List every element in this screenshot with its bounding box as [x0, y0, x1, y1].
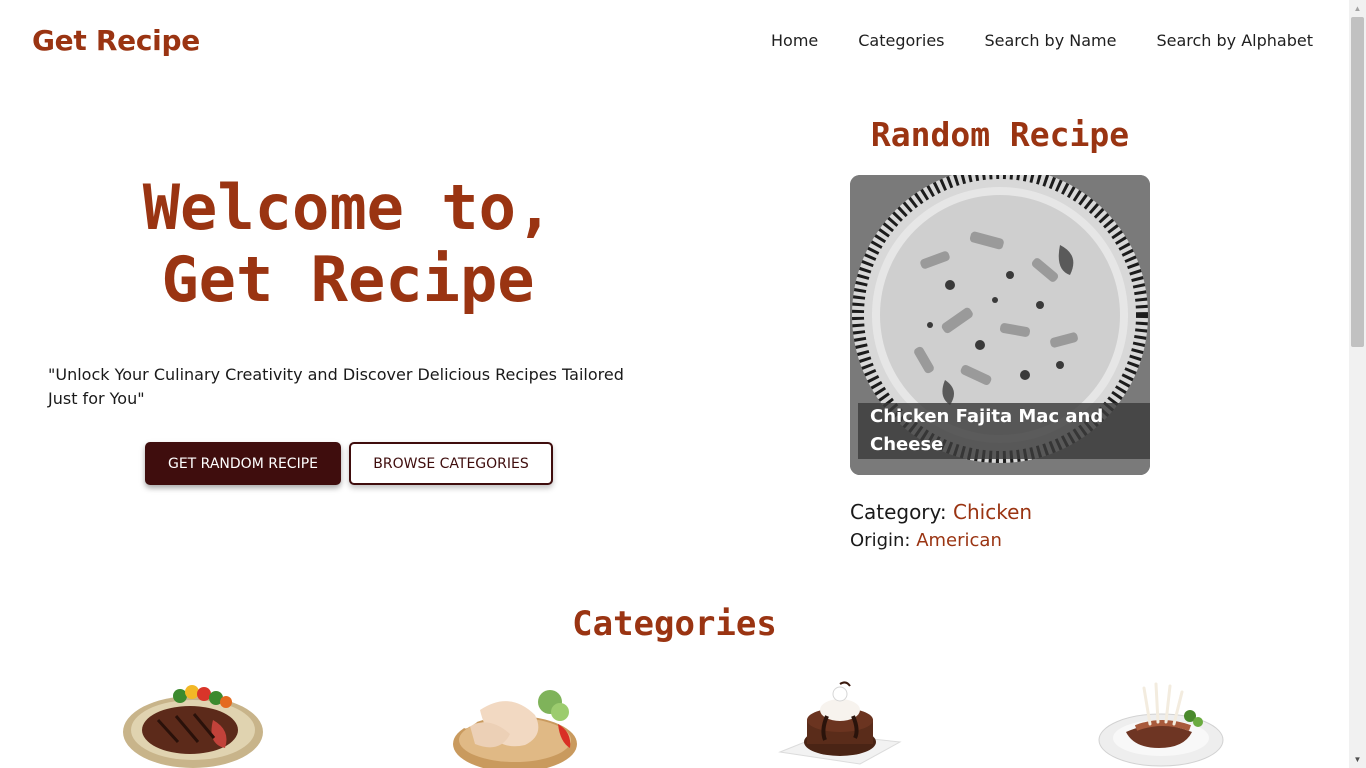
browse-categories-button[interactable]: BROWSE CATEGORIES [349, 442, 553, 485]
random-recipe-heading: Random Recipe [870, 115, 1130, 154]
scroll-up-arrow-icon[interactable]: ▲ [1349, 0, 1366, 17]
vertical-scrollbar[interactable]: ▲ ▼ [1349, 0, 1366, 768]
categories-heading: Categories [572, 604, 777, 644]
category-label: Category: [850, 500, 947, 524]
origin-label: Origin: [850, 530, 911, 551]
origin-value[interactable]: American [916, 530, 1002, 551]
nav-search-by-alphabet[interactable]: Search by Alphabet [1156, 31, 1313, 50]
get-random-recipe-button[interactable]: GET RANDOM RECIPE [145, 442, 341, 485]
nav-home[interactable]: Home [771, 31, 818, 50]
brand-logo[interactable]: Get Recipe [32, 24, 200, 57]
hero-title-line1: Welcome to, [142, 171, 554, 244]
category-chicken-image[interactable] [440, 680, 590, 768]
recipe-category: Category: Chicken [850, 500, 1032, 524]
category-beef-image[interactable] [118, 680, 268, 768]
category-lamb-image[interactable] [1086, 680, 1236, 768]
nav-search-by-name[interactable]: Search by Name [985, 31, 1117, 50]
hero-title-line2: Get Recipe [161, 243, 535, 316]
hero-tagline: "Unlock Your Culinary Creativity and Dis… [48, 365, 624, 408]
recipe-origin: Origin: American [850, 530, 1002, 551]
scrollbar-thumb[interactable] [1351, 17, 1364, 347]
random-recipe-name[interactable]: Chicken Fajita Mac and Cheese [858, 403, 1150, 459]
nav-categories[interactable]: Categories [858, 31, 944, 50]
main-nav: Home Categories Search by Name Search by… [771, 31, 1313, 50]
hero-title: Welcome to, Get Recipe [48, 172, 648, 316]
scroll-down-arrow-icon[interactable]: ▼ [1349, 751, 1366, 768]
category-dessert-image[interactable] [765, 680, 915, 768]
category-value[interactable]: Chicken [953, 500, 1032, 524]
